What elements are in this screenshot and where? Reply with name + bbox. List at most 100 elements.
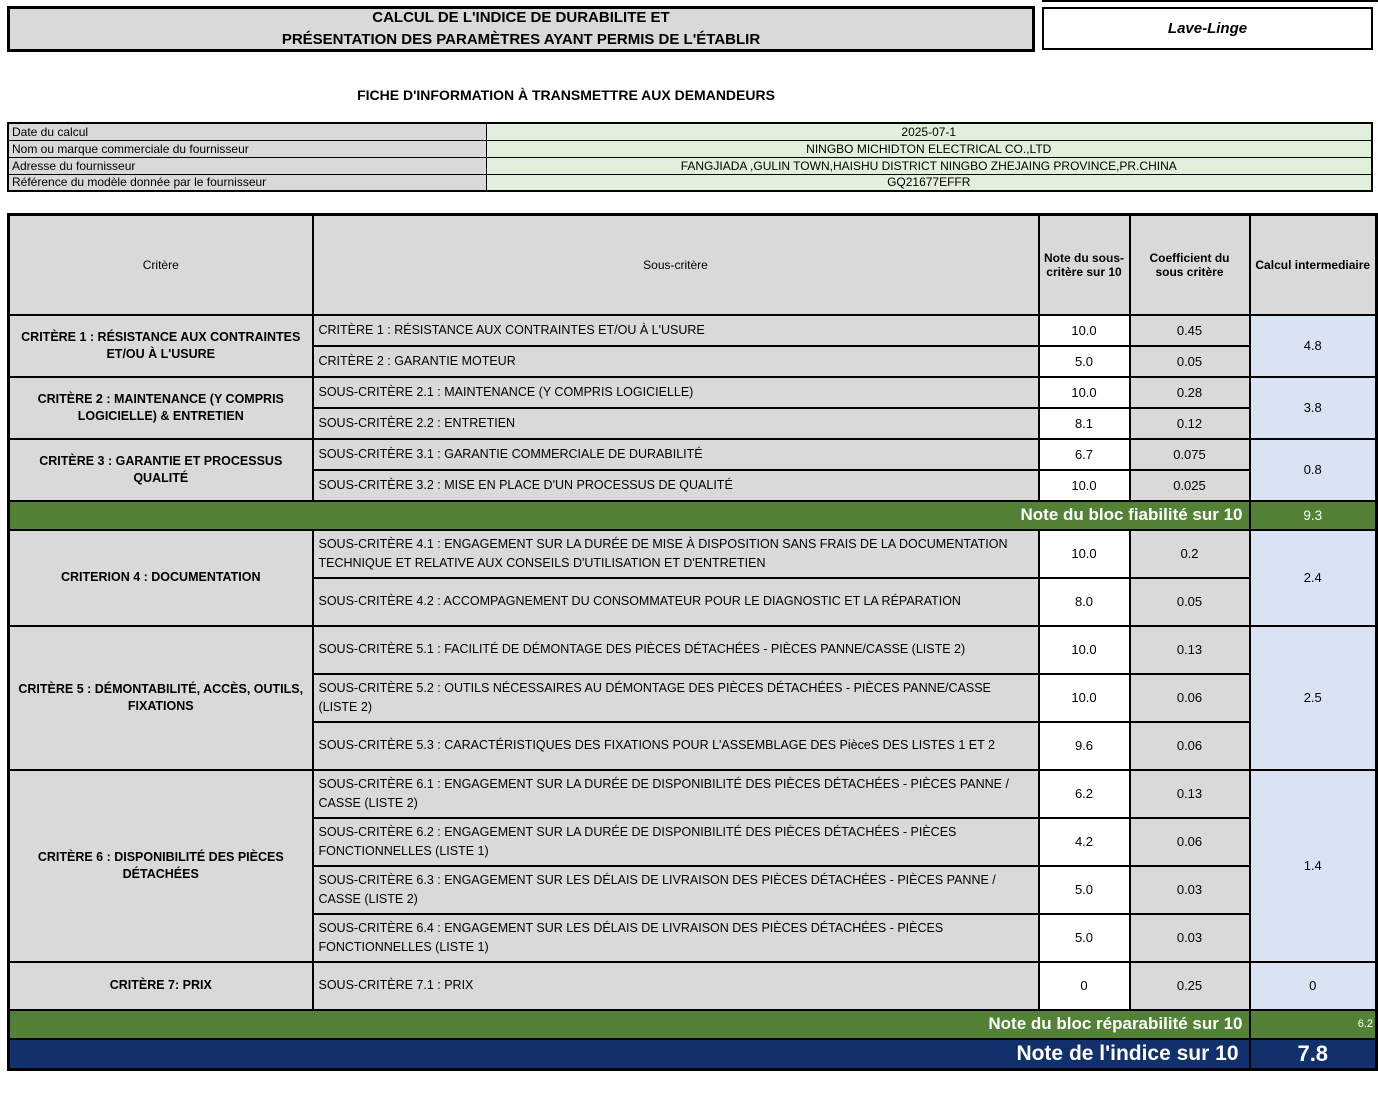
table-row: CRITÈRE 1 : RÉSISTANCE AUX CONTRAINTES E… [9, 315, 1377, 346]
score-band-value: 6.2 [1250, 1010, 1377, 1039]
critere-cell: CRITÈRE 1 : RÉSISTANCE AUX CONTRAINTES E… [9, 315, 313, 377]
table-row: Nom ou marque commerciale du fournisseur… [8, 140, 1372, 157]
sous-critere-cell: SOUS-CRITÈRE 3.1 : GARANTIE COMMERCIALE … [313, 439, 1039, 470]
table-header-row: Critère Sous-critère Note du sous-critèr… [9, 215, 1377, 315]
sous-critere-cell: SOUS-CRITÈRE 4.2 : ACCOMPAGNEMENT DU CON… [313, 578, 1039, 626]
note-cell: 10.0 [1039, 315, 1130, 346]
main-table-body: CRITÈRE 1 : RÉSISTANCE AUX CONTRAINTES E… [9, 315, 1377, 1070]
info-label-model-reference: Référence du modèle donnée par le fourni… [8, 174, 486, 191]
table-row: CRITÈRE 7: PRIXSOUS-CRITÈRE 7.1 : PRIX00… [9, 962, 1377, 1010]
total-score-label: Note de l'indice sur 10 [9, 1039, 1250, 1070]
note-cell: 5.0 [1039, 866, 1130, 914]
coefficient-cell: 0.06 [1130, 818, 1250, 866]
coefficient-cell: 0.03 [1130, 866, 1250, 914]
top-right-rule [1042, 0, 1378, 2]
coefficient-cell: 0.28 [1130, 377, 1250, 408]
table-row: CRITERION 4 : DOCUMENTATIONSOUS-CRITÈRE … [9, 530, 1377, 578]
calcul-intermediaire-cell: 1.4 [1250, 770, 1377, 962]
table-row: CRITÈRE 6 : DISPONIBILITÉ DES PIÈCES DÉT… [9, 770, 1377, 818]
info-value-date: 2025-07-1 [486, 123, 1372, 140]
sous-critere-cell: SOUS-CRITÈRE 5.2 : OUTILS NÉCESSAIRES AU… [313, 674, 1039, 722]
coefficient-cell: 0.2 [1130, 530, 1250, 578]
sous-critere-cell: SOUS-CRITÈRE 6.1 : ENGAGEMENT SUR LA DUR… [313, 770, 1039, 818]
sous-critere-cell: SOUS-CRITÈRE 6.3 : ENGAGEMENT SUR LES DÉ… [313, 866, 1039, 914]
sous-critere-cell: SOUS-CRITÈRE 2.2 : ENTRETIEN [313, 408, 1039, 439]
info-value-supplier-name: NINGBO MICHIDTON ELECTRICAL CO.,LTD [486, 140, 1372, 157]
calcul-intermediaire-cell: 0.8 [1250, 439, 1377, 501]
coefficient-cell: 0.06 [1130, 722, 1250, 770]
note-cell: 6.2 [1039, 770, 1130, 818]
critere-cell: CRITÈRE 6 : DISPONIBILITÉ DES PIÈCES DÉT… [9, 770, 313, 962]
sous-critere-cell: SOUS-CRITÈRE 6.4 : ENGAGEMENT SUR LES DÉ… [313, 914, 1039, 962]
critere-cell: CRITÈRE 7: PRIX [9, 962, 313, 1010]
coefficient-cell: 0.075 [1130, 439, 1250, 470]
note-cell: 5.0 [1039, 346, 1130, 377]
document-title-line1: CALCUL DE L'INDICE DE DURABILITE ET [372, 7, 669, 29]
critere-cell: CRITERION 4 : DOCUMENTATION [9, 530, 313, 626]
note-cell: 4.2 [1039, 818, 1130, 866]
coefficient-cell: 0.12 [1130, 408, 1250, 439]
document-title-line2: PRÉSENTATION DES PARAMÈTRES AYANT PERMIS… [282, 29, 760, 51]
sous-critere-cell: SOUS-CRITÈRE 6.2 : ENGAGEMENT SUR LA DUR… [313, 818, 1039, 866]
note-cell: 10.0 [1039, 626, 1130, 674]
column-header-calcul: Calcul intermediaire [1250, 215, 1377, 315]
score-band-fiabilite: Note du bloc fiabilité sur 109.3 [9, 501, 1377, 530]
criteria-table: Critère Sous-critère Note du sous-critèr… [7, 213, 1378, 1071]
total-score-value: 7.8 [1250, 1039, 1377, 1070]
score-band-value: 9.3 [1250, 501, 1377, 530]
calcul-intermediaire-cell: 3.8 [1250, 377, 1377, 439]
note-cell: 10.0 [1039, 470, 1130, 501]
table-row: CRITÈRE 5 : DÉMONTABILITÉ, ACCÈS, OUTILS… [9, 626, 1377, 674]
total-score-row: Note de l'indice sur 107.8 [9, 1039, 1377, 1070]
note-cell: 6.7 [1039, 439, 1130, 470]
table-row: Référence du modèle donnée par le fourni… [8, 174, 1372, 191]
note-cell: 10.0 [1039, 377, 1130, 408]
coefficient-cell: 0.03 [1130, 914, 1250, 962]
coefficient-cell: 0.13 [1130, 770, 1250, 818]
sous-critere-cell: SOUS-CRITÈRE 3.2 : MISE EN PLACE D'UN PR… [313, 470, 1039, 501]
product-type-label: Lave-Linge [1168, 20, 1247, 37]
durability-index-sheet: CALCUL DE L'INDICE DE DURABILITE ET PRÉS… [0, 0, 1378, 1103]
info-label-date: Date du calcul [8, 123, 486, 140]
score-band-label: Note du bloc réparabilité sur 10 [9, 1010, 1250, 1039]
table-row: Adresse du fournisseur FANGJIADA ,GULIN … [8, 157, 1372, 174]
note-cell: 8.0 [1039, 578, 1130, 626]
sous-critere-cell: SOUS-CRITÈRE 5.1 : FACILITÉ DE DÉMONTAGE… [313, 626, 1039, 674]
critere-cell: CRITÈRE 3 : GARANTIE ET PROCESSUS QUALIT… [9, 439, 313, 501]
table-row: CRITÈRE 3 : GARANTIE ET PROCESSUS QUALIT… [9, 439, 1377, 470]
sous-critere-cell: SOUS-CRITÈRE 4.1 : ENGAGEMENT SUR LA DUR… [313, 530, 1039, 578]
calcul-intermediaire-cell: 2.5 [1250, 626, 1377, 770]
coefficient-cell: 0.05 [1130, 578, 1250, 626]
column-header-sous-critere: Sous-critère [313, 215, 1039, 315]
critere-cell: CRITÈRE 2 : MAINTENANCE (Y COMPRIS LOGIC… [9, 377, 313, 439]
info-label-supplier-address: Adresse du fournisseur [8, 157, 486, 174]
note-cell: 10.0 [1039, 530, 1130, 578]
note-cell: 8.1 [1039, 408, 1130, 439]
sous-critere-cell: SOUS-CRITÈRE 7.1 : PRIX [313, 962, 1039, 1010]
coefficient-cell: 0.13 [1130, 626, 1250, 674]
coefficient-cell: 0.25 [1130, 962, 1250, 1010]
column-header-critere: Critère [9, 215, 313, 315]
critere-cell: CRITÈRE 5 : DÉMONTABILITÉ, ACCÈS, OUTILS… [9, 626, 313, 770]
sous-critere-cell: SOUS-CRITÈRE 2.1 : MAINTENANCE (Y COMPRI… [313, 377, 1039, 408]
coefficient-cell: 0.025 [1130, 470, 1250, 501]
score-band-label: Note du bloc fiabilité sur 10 [9, 501, 1250, 530]
column-header-coefficient: Coefficient du sous critère [1130, 215, 1250, 315]
coefficient-cell: 0.06 [1130, 674, 1250, 722]
supplier-info-table: Date du calcul 2025-07-1 Nom ou marque c… [7, 122, 1373, 192]
table-row: Date du calcul 2025-07-1 [8, 123, 1372, 140]
calcul-intermediaire-cell: 4.8 [1250, 315, 1377, 377]
info-label-supplier-name: Nom ou marque commerciale du fournisseur [8, 140, 486, 157]
sheet-subtitle: FICHE D'INFORMATION À TRANSMETTRE AUX DE… [0, 87, 1132, 103]
note-cell: 10.0 [1039, 674, 1130, 722]
note-cell: 0 [1039, 962, 1130, 1010]
score-band-reparabilite: Note du bloc réparabilité sur 106.2 [9, 1010, 1377, 1039]
note-cell: 5.0 [1039, 914, 1130, 962]
document-title: CALCUL DE L'INDICE DE DURABILITE ET PRÉS… [7, 6, 1035, 52]
note-cell: 9.6 [1039, 722, 1130, 770]
info-value-model-reference: GQ21677EFFR [486, 174, 1372, 191]
coefficient-cell: 0.05 [1130, 346, 1250, 377]
info-value-supplier-address: FANGJIADA ,GULIN TOWN,HAISHU DISTRICT NI… [486, 157, 1372, 174]
sous-critere-cell: SOUS-CRITÈRE 5.3 : CARACTÉRISTIQUES DES … [313, 722, 1039, 770]
product-type-box: Lave-Linge [1042, 7, 1373, 50]
